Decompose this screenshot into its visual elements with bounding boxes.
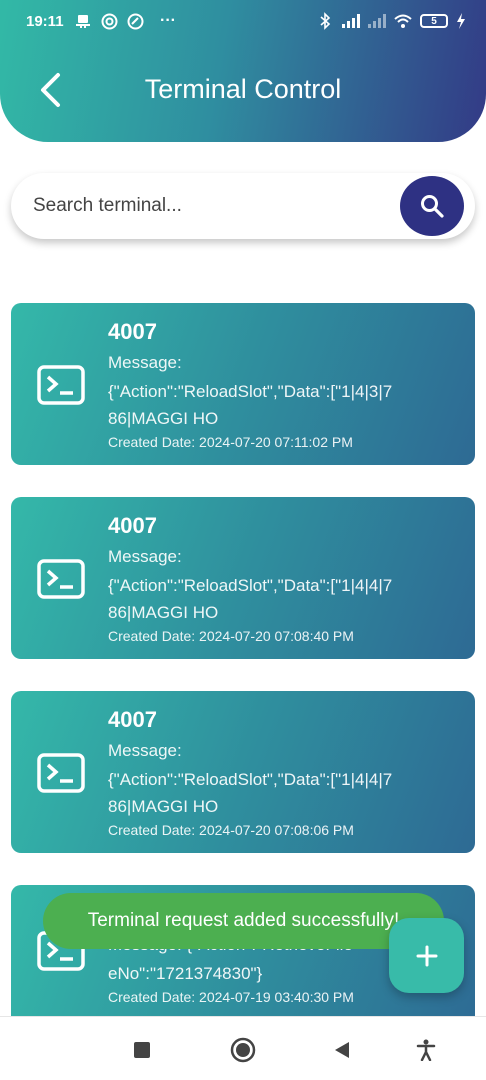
back-icon: [335, 1042, 349, 1058]
card-id: 4007: [108, 513, 157, 538]
signal-weak-icon: [368, 12, 386, 30]
bluetooth-icon: [316, 12, 334, 30]
accessibility-icon: [416, 1039, 436, 1061]
back-nav-button[interactable]: [327, 1035, 357, 1065]
screen: 19:11 ··· 5 Terminal Control Search term…: [0, 0, 486, 1080]
card-message-label: Message:: [108, 547, 182, 566]
card-id: 4007: [108, 707, 157, 732]
terminal-icon: [37, 559, 85, 599]
card-date: Created Date: 2024-07-19 03:40:30 PM: [108, 989, 354, 1005]
status-right-icons: 5: [316, 12, 466, 30]
header: 19:11 ··· 5 Terminal Control: [0, 0, 486, 142]
wifi-icon: [394, 12, 412, 30]
charging-icon: [456, 12, 466, 30]
status-time: 19:11: [26, 13, 64, 30]
home-icon: [230, 1037, 256, 1063]
accessibility-button[interactable]: [411, 1035, 441, 1065]
card-message: {"Action":"ReloadSlot","Data":["1|4|3|78…: [108, 382, 393, 428]
battery-icon: 5: [420, 14, 448, 28]
system-navbar: [0, 1016, 486, 1080]
card-message: {"Action":"ReloadSlot","Data":["1|4|4|78…: [108, 576, 393, 622]
terminal-card[interactable]: 4007 Message: {"Action":"ReloadSlot","Da…: [11, 303, 475, 465]
card-message: eNo":"1721374830"}: [108, 964, 263, 983]
page-title: Terminal Control: [144, 74, 342, 104]
card-date: Created Date: 2024-07-20 07:08:06 PM: [108, 822, 354, 838]
toast-message: Terminal request added successfully!: [43, 893, 444, 949]
terminal-icon: [37, 365, 85, 405]
home-button[interactable]: [228, 1035, 258, 1065]
status-left-icons: ···: [74, 12, 176, 30]
search-button[interactable]: [400, 176, 464, 236]
card-message: {"Action":"ReloadSlot","Data":["1|4|4|78…: [108, 770, 393, 816]
plus-icon: [416, 945, 437, 966]
circle-app-icon: [126, 12, 144, 30]
terminal-card[interactable]: 4007 Message: {"Action":"ReloadSlot","Da…: [11, 497, 475, 659]
search-icon: [421, 195, 444, 218]
card-message-label: Message:: [108, 741, 182, 760]
notification-icon: [74, 12, 92, 30]
search-bar: [11, 173, 475, 239]
signal-icon: [342, 12, 360, 30]
more-dots-icon: ···: [160, 12, 176, 29]
card-message-label: Message:: [108, 353, 182, 372]
card-date: Created Date: 2024-07-20 07:08:40 PM: [108, 628, 354, 644]
recent-apps-button[interactable]: [127, 1035, 157, 1065]
card-id: 4007: [108, 319, 157, 344]
search-input[interactable]: [33, 191, 393, 221]
terminal-card[interactable]: 4007 Message: {"Action":"ReloadSlot","Da…: [11, 691, 475, 853]
status-bar: 19:11 ··· 5: [0, 0, 486, 44]
terminal-icon: [37, 753, 85, 793]
recent-apps-icon: [134, 1042, 150, 1058]
add-terminal-button[interactable]: [389, 918, 464, 993]
card-date: Created Date: 2024-07-20 07:11:02 PM: [108, 434, 353, 450]
circle-app-icon: [100, 12, 118, 30]
